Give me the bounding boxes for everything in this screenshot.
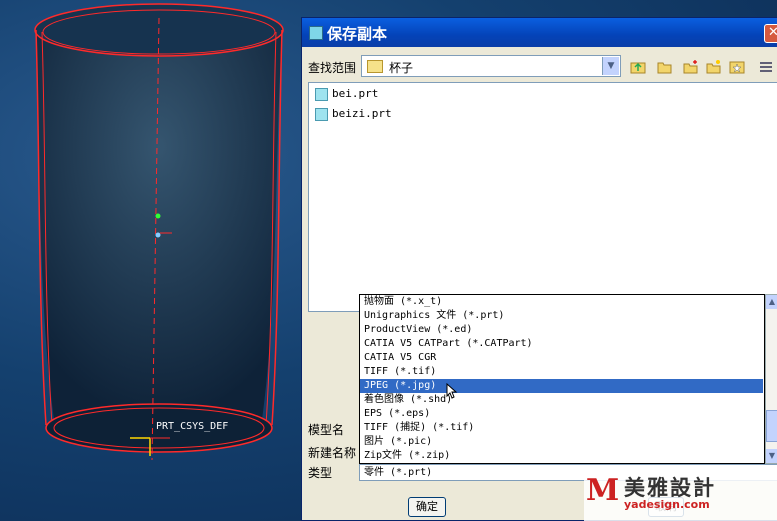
file-name: bei.prt	[332, 87, 379, 100]
list-item[interactable]: beizi.prt	[315, 107, 392, 125]
brand-url: yadesign.com	[624, 498, 710, 511]
type-option[interactable]: 抛物面 (*.x_t)	[360, 295, 763, 309]
new-name-label: 新建名称	[308, 446, 357, 460]
type-dropdown-list[interactable]: 抛物面 (*.x_t) Unigraphics 文件 (*.prt) Produ…	[359, 294, 765, 464]
type-list-scrollbar[interactable]: ▲ ▼	[765, 294, 777, 464]
new-folder-icon[interactable]	[683, 59, 699, 75]
star-icon[interactable]	[729, 59, 745, 75]
dialog-titlebar[interactable]: 保存副本 ✕	[302, 18, 777, 47]
csys-label: PRT_CSYS_DEF	[156, 421, 229, 432]
type-option[interactable]: Unigraphics 文件 (*.prt)	[360, 309, 763, 323]
file-name: beizi.prt	[332, 107, 392, 120]
chevron-down-icon[interactable]: ▼	[602, 57, 619, 75]
view-list-icon[interactable]	[758, 59, 774, 75]
dialog-title: 保存副本	[327, 25, 388, 43]
folder-icon	[367, 60, 383, 73]
sparkle-folder-icon[interactable]	[706, 59, 722, 75]
scroll-down-icon[interactable]: ▼	[766, 449, 777, 463]
look-in-label: 查找范围	[308, 61, 357, 75]
type-option[interactable]: Zip文件 (*.zip)	[360, 449, 763, 463]
brand-logo-icon: M	[586, 473, 620, 508]
save-copy-dialog: 保存副本 ✕ 查找范围 杯子 ▼ bei.prt beizi.prt 模型名 新…	[301, 17, 777, 521]
type-option[interactable]: EPS (*.eps)	[360, 407, 763, 421]
cup-model	[34, 3, 284, 461]
type-label: 类型	[308, 466, 333, 480]
look-in-dropdown[interactable]: 杯子 ▼	[361, 55, 621, 77]
type-option[interactable]: TIFF (*.tif)	[360, 365, 763, 379]
type-option[interactable]: 图片 (*.pic)	[360, 435, 763, 449]
file-list[interactable]: bei.prt beizi.prt	[308, 82, 777, 312]
type-option[interactable]: CATIA V5 CATPart (*.CATPart)	[360, 337, 763, 351]
brand-watermark: M 美雅設計 yadesign.com	[584, 468, 777, 521]
scroll-thumb[interactable]	[766, 410, 777, 442]
look-in-value: 杯子	[389, 61, 414, 75]
open-folder-icon[interactable]	[657, 59, 673, 75]
scroll-up-icon[interactable]: ▲	[766, 295, 777, 309]
type-option[interactable]: TIFF (捕捉) (*.tif)	[360, 421, 763, 435]
type-option[interactable]: 着色图像 (*.shd)	[360, 393, 763, 407]
app-icon	[309, 26, 323, 40]
model-name-label: 模型名	[308, 423, 345, 437]
up-folder-icon[interactable]	[630, 59, 646, 75]
mouse-cursor-icon	[446, 383, 458, 399]
part-file-icon	[315, 107, 328, 121]
type-option[interactable]: ProductView (*.ed)	[360, 323, 763, 337]
type-option-selected[interactable]: JPEG (*.jpg)	[360, 379, 763, 393]
ok-button[interactable]: 确定	[408, 497, 446, 517]
list-item[interactable]: bei.prt	[315, 87, 378, 105]
close-button[interactable]: ✕	[764, 24, 777, 43]
part-file-icon	[315, 87, 328, 101]
type-option[interactable]: CATIA V5 CGR	[360, 351, 763, 365]
